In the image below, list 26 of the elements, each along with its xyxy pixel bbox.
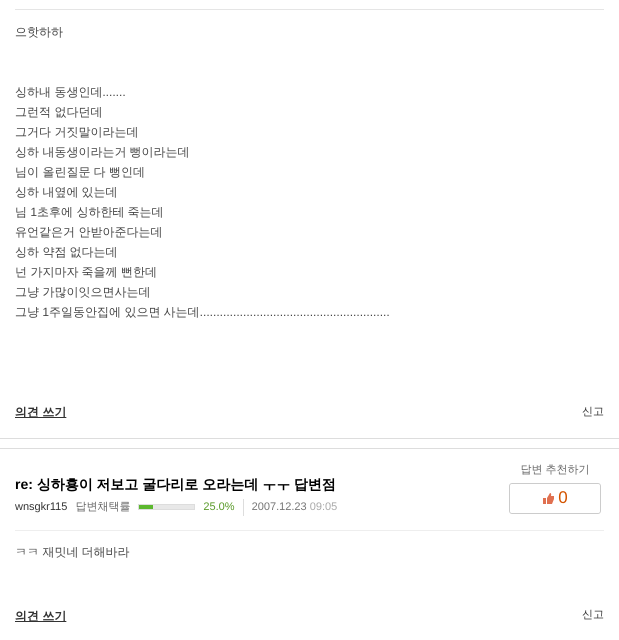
post-date: 2007.12.23 09:05 [252,500,338,515]
post-text-line: 유언같은거 안받아준다는데 [15,224,164,241]
post-text-line: 싱하 약점 없다는데 [15,244,119,261]
recommend-button[interactable]: 0 [509,482,601,514]
rate-value: 25.0% [203,499,244,516]
recommend-label: 답변 추천하기 [520,463,590,478]
comment-link[interactable]: 의견 쓰기 [15,403,66,421]
post-text-line: 님 1초후에 싱하한테 죽는데 [15,204,165,221]
post-text-line: 싱하 내동생이라는거 뻥이라는데 [15,144,191,161]
report-link[interactable]: 신고 [582,607,604,624]
post-text-line: 그냥 1주일동안집에 있으면 사는데......................................................... [15,304,391,321]
post-text-line: 그런적 없다던데 [15,104,104,121]
comment-link[interactable]: 의견 쓰기 [15,606,66,624]
answer-title: re: 싱하횽이 저보고 굴다리로 오라는데 ㅜㅜ 답변점 [15,475,338,494]
thumbs-up-icon [542,492,556,504]
post-text-line: 넌 가지마자 죽을께 뻔한데 [15,264,158,281]
post-text-line: 싱하 내옆에 있는데 [15,184,119,201]
post-text-line: 그냥 가많이잇으면사는데 [15,284,152,301]
post-text-line: 으핫하하 [15,24,64,41]
post-text-line: 싱하내 동생인데....... [15,84,127,101]
username: wnsgkr115 [15,500,68,515]
post-text-line: 그거다 거짓말이라는데 [15,124,140,141]
rate-label: 답변채택률 [75,500,130,515]
report-link[interactable]: 신고 [582,404,604,420]
answer-body: ㅋㅋ 재밋네 더해바라 [15,544,131,560]
post-text-line: 님이 올린질문 다 뻥인데 [15,164,146,181]
